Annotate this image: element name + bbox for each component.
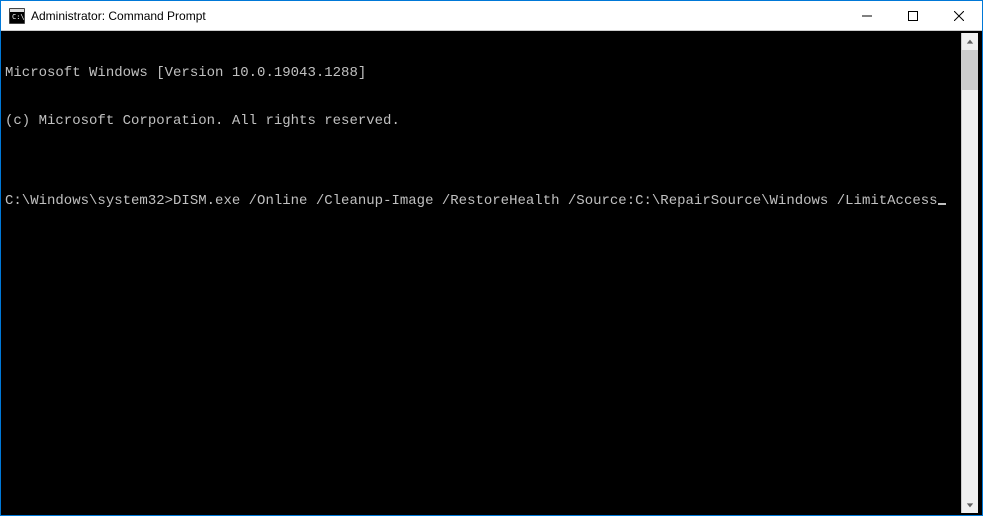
window-controls: [844, 1, 982, 30]
terminal-prompt-line: C:\Windows\system32>DISM.exe /Online /Cl…: [5, 193, 961, 209]
vertical-scrollbar[interactable]: [961, 33, 978, 513]
titlebar[interactable]: C:\ Administrator: Command Prompt: [1, 1, 982, 31]
command-input[interactable]: DISM.exe /Online /Cleanup-Image /Restore…: [173, 193, 938, 209]
window-title: Administrator: Command Prompt: [31, 9, 844, 23]
cmd-icon: C:\: [9, 8, 25, 24]
terminal-line: (c) Microsoft Corporation. All rights re…: [5, 113, 961, 129]
terminal-line: Microsoft Windows [Version 10.0.19043.12…: [5, 65, 961, 81]
close-button[interactable]: [936, 1, 982, 30]
terminal-content: Microsoft Windows [Version 10.0.19043.12…: [5, 33, 961, 513]
minimize-button[interactable]: [844, 1, 890, 30]
cursor: [938, 203, 946, 205]
scrollbar-down-button[interactable]: [962, 496, 978, 513]
command-prompt-window: C:\ Administrator: Command Prompt Micros…: [0, 0, 983, 516]
scrollbar-thumb[interactable]: [962, 50, 978, 90]
scrollbar-track[interactable]: [962, 50, 978, 496]
maximize-button[interactable]: [890, 1, 936, 30]
prompt: C:\Windows\system32>: [5, 193, 173, 209]
scrollbar-up-button[interactable]: [962, 33, 978, 50]
svg-text:C:\: C:\: [12, 13, 25, 21]
terminal-body[interactable]: Microsoft Windows [Version 10.0.19043.12…: [1, 31, 982, 515]
